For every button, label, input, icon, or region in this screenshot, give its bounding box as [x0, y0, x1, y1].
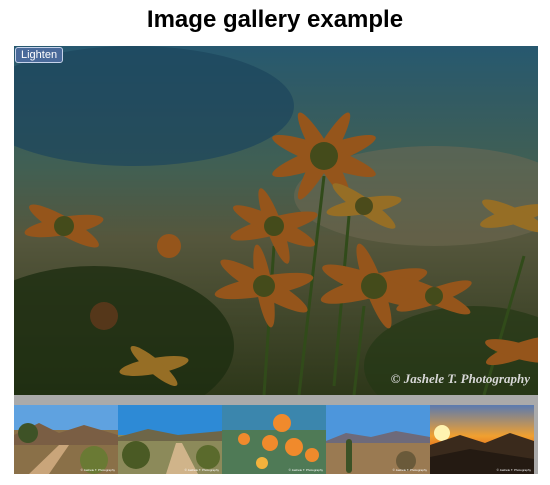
desert-path-photo	[118, 405, 222, 474]
thumbnail-2[interactable]: © Jashele T. Photography	[118, 405, 222, 474]
thumbnail-credit: © Jashele T. Photography	[80, 468, 115, 472]
flower-photo	[14, 46, 538, 395]
sunset-photo	[430, 405, 534, 474]
photo-watermark: © Jashele T. Photography	[390, 371, 530, 386]
thumbnail-credit: © Jashele T. Photography	[184, 468, 219, 472]
page-title: Image gallery example	[146, 6, 404, 33]
saguaro-photo	[326, 405, 430, 474]
thumbnail-4[interactable]: © Jashele T. Photography	[326, 405, 430, 474]
thumbnail-3[interactable]: © Jashele T. Photography	[222, 405, 326, 474]
darken-button[interactable]: Lighten	[15, 47, 64, 63]
thumbnail-5[interactable]: © Jashele T. Photography	[430, 405, 534, 474]
thumbnail-bar: © Jashele T. Photography © Jashele T. Ph…	[14, 395, 538, 474]
wildflowers-photo	[222, 405, 326, 474]
thumbnail-credit: © Jashele T. Photography	[288, 468, 323, 472]
displayed-image: © Jashele T. Photography	[14, 46, 538, 395]
thumbnail-credit: © Jashele T. Photography	[496, 468, 531, 472]
thumbnail-1[interactable]: © Jashele T. Photography	[14, 405, 118, 474]
thumbnail-credit: © Jashele T. Photography	[392, 468, 427, 472]
trail-photo	[14, 405, 118, 474]
